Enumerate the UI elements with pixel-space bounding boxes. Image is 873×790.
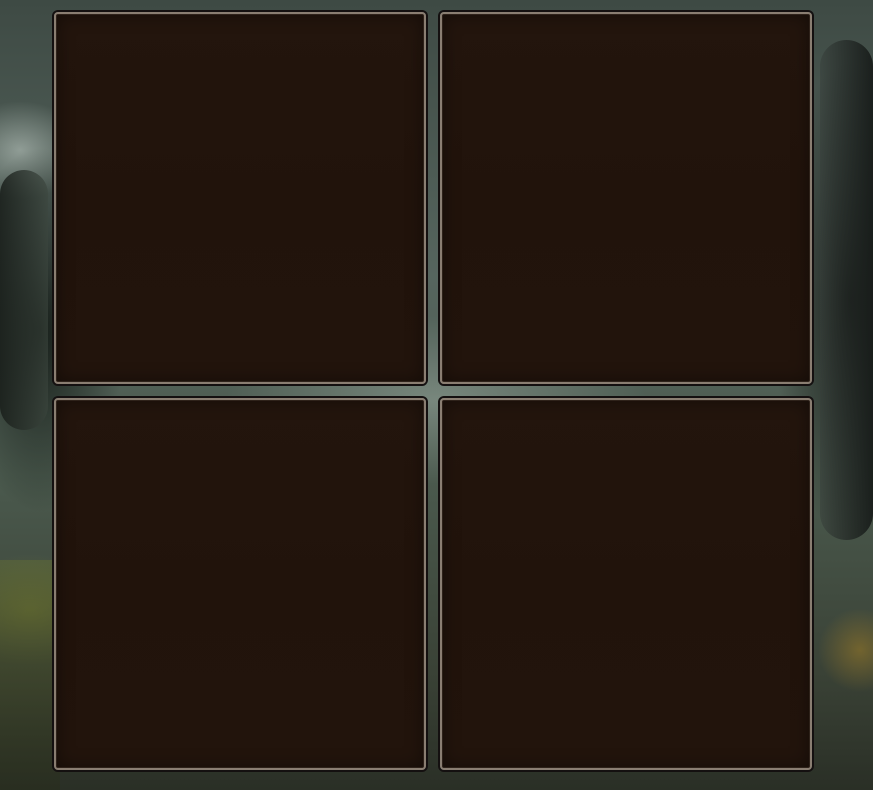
panel-top-right[interactable] [440, 12, 812, 384]
panel-bottom-left[interactable] [54, 398, 426, 770]
panel-grid [54, 12, 812, 770]
game-scene [0, 0, 873, 790]
background-tree-trunk-left [0, 170, 48, 430]
panel-bottom-right[interactable] [440, 398, 812, 770]
background-grass [0, 560, 60, 790]
panel-top-left[interactable] [54, 12, 426, 384]
background-tree-trunk-right [820, 40, 873, 540]
